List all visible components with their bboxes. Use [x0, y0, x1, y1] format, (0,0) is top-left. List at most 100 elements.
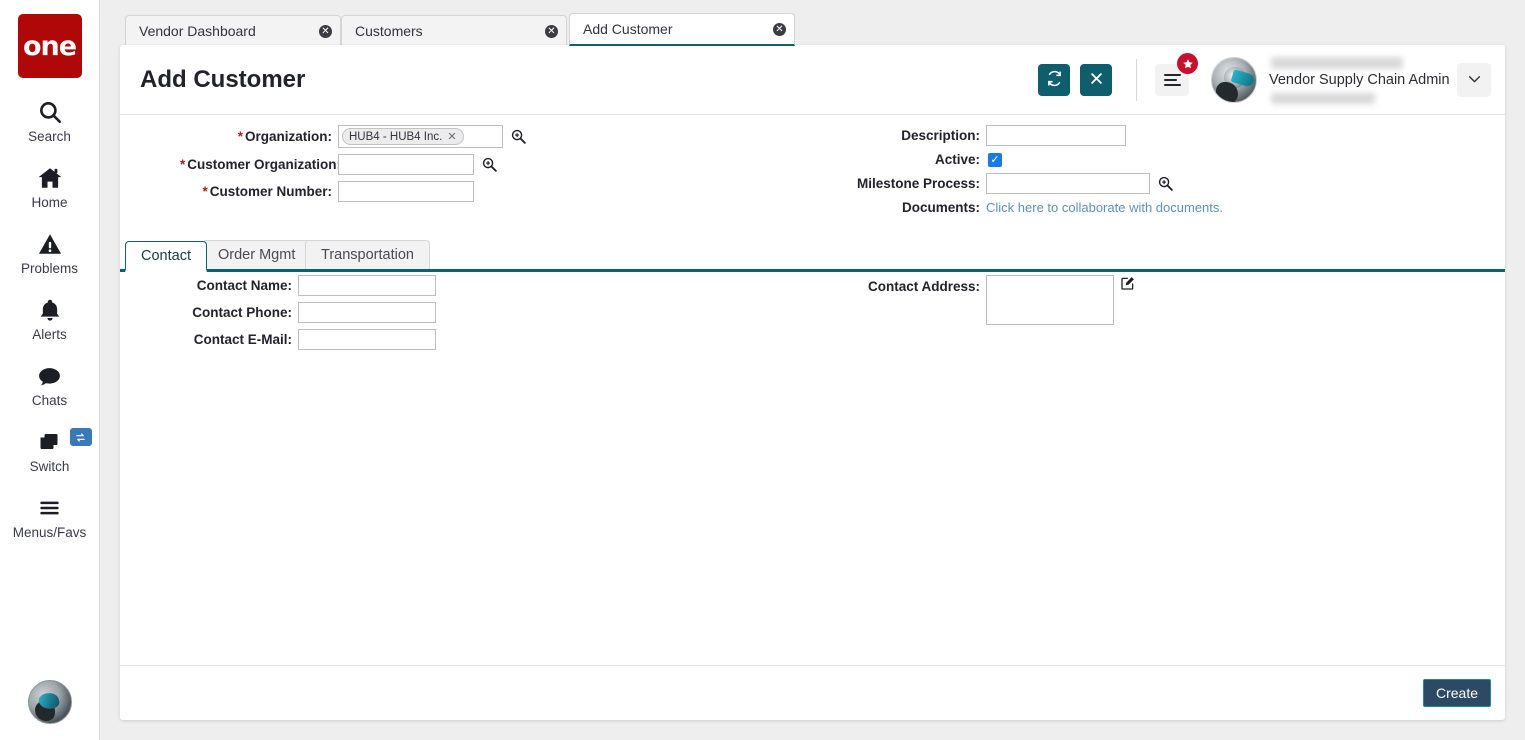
close-circle-icon[interactable]: ✕ — [319, 25, 332, 38]
sidebar-item-label: Alerts — [32, 327, 67, 342]
contact-panel: Contact Name: Contact Phone: Contact E-M… — [120, 275, 1505, 356]
header-menu-button[interactable] — [1155, 64, 1189, 96]
contact-name-input[interactable] — [298, 275, 436, 296]
user-role: Vendor Supply Chain Admin — [1269, 72, 1450, 88]
sidebar-item-search[interactable]: Search — [0, 97, 100, 144]
left-sidebar: one Search Home Problems — [0, 0, 100, 740]
user-menu-button[interactable] — [1457, 63, 1491, 97]
tab-label: Vendor Dashboard — [139, 23, 256, 39]
star-icon — [1177, 53, 1198, 74]
field-documents: Documents: Click here to collaborate wit… — [820, 200, 1420, 215]
warning-triangle-icon — [37, 229, 63, 259]
sidebar-item-label: Switch — [30, 459, 70, 474]
sidebar-avatar[interactable] — [28, 680, 72, 724]
description-input[interactable] — [986, 125, 1126, 146]
contact-email-input[interactable] — [298, 329, 436, 350]
description-label: Description: — [820, 128, 980, 143]
contact-address-input[interactable] — [986, 275, 1114, 325]
search-icon — [37, 97, 63, 127]
tab-transportation[interactable]: Transportation — [305, 240, 430, 269]
edit-pencil-icon[interactable] — [1120, 275, 1136, 291]
sidebar-item-menus-favs[interactable]: Menus/Favs — [0, 493, 100, 540]
tab-label: Order Mgmt — [218, 247, 295, 263]
active-checkbox[interactable]: ✓ — [988, 153, 1002, 167]
card-footer: Create — [120, 665, 1505, 720]
sidebar-item-label: Problems — [21, 261, 78, 276]
contact-name-label: Contact Name: — [140, 278, 292, 293]
contact-email-label: Contact E-Mail: — [140, 332, 292, 347]
close-circle-icon[interactable]: ✕ — [545, 25, 558, 38]
section-tabs: Contact Order Mgmt Transportation — [120, 240, 1505, 272]
windows-stack-icon — [36, 427, 63, 457]
customer-organization-label: *Customer Organization: — [180, 157, 332, 172]
header-divider — [1136, 59, 1137, 101]
tab-contact[interactable]: Contact — [125, 241, 207, 272]
organization-chip: HUB4 - HUB4 Inc. ✕ — [342, 128, 464, 145]
user-company-redacted — [1271, 93, 1375, 104]
page-header: Add Customer — [120, 45, 1505, 115]
field-customer-number: *Customer Number: — [120, 181, 620, 202]
sidebar-item-switch[interactable]: Switch — [0, 427, 100, 474]
required-marker: * — [180, 157, 185, 172]
customer-number-label: *Customer Number: — [180, 184, 332, 199]
tab-order-mgmt[interactable]: Order Mgmt — [202, 240, 311, 269]
chip-label: HUB4 - HUB4 Inc. — [349, 131, 442, 143]
sidebar-item-label: Chats — [32, 393, 67, 408]
tab-label: Add Customer — [583, 21, 672, 37]
contact-phone-label: Contact Phone: — [140, 305, 292, 320]
contact-address-label: Contact Address: — [860, 275, 980, 294]
hamburger-menu-icon — [1164, 71, 1181, 89]
tab-customers[interactable]: Customers ✕ — [341, 15, 567, 46]
header-actions: Vendor Supply Chain Admin — [1028, 45, 1491, 115]
field-customer-organization: *Customer Organization: — [120, 154, 620, 175]
user-name-redacted — [1271, 57, 1403, 69]
form-right-column: Description: Active: ✓ Milestone Process… — [820, 125, 1420, 221]
bell-icon — [37, 295, 63, 325]
sidebar-item-label: Home — [31, 195, 67, 210]
organization-label: *Organization: — [180, 129, 332, 144]
sidebar-item-label: Menus/Favs — [13, 525, 87, 540]
sidebar-item-chats[interactable]: Chats — [0, 361, 100, 408]
close-circle-icon[interactable]: ✕ — [773, 23, 786, 36]
app-logo[interactable]: one — [18, 14, 82, 78]
field-contact-phone: Contact Phone: — [120, 302, 1505, 323]
create-button[interactable]: Create — [1423, 679, 1491, 707]
tab-label: Transportation — [321, 247, 414, 263]
label-text: Customer Number: — [210, 184, 332, 199]
sidebar-item-label: Search — [28, 129, 71, 144]
form-left-column: *Organization: HUB4 - HUB4 Inc. ✕ — [120, 125, 620, 208]
swap-arrows-icon[interactable] — [70, 428, 92, 446]
sidebar-item-problems[interactable]: Problems — [0, 229, 100, 276]
close-button[interactable] — [1080, 64, 1112, 96]
browser-tab-strip: Vendor Dashboard ✕ Customers ✕ Add Custo… — [100, 0, 1525, 45]
documents-link[interactable]: Click here to collaborate with documents… — [986, 200, 1223, 215]
documents-label: Documents: — [820, 200, 980, 215]
main-content-card: Add Customer — [120, 45, 1505, 720]
milestone-process-label: Milestone Process: — [820, 176, 980, 191]
required-marker: * — [202, 184, 207, 199]
sidebar-item-home[interactable]: Home — [0, 163, 100, 210]
hamburger-icon — [36, 493, 63, 523]
close-x-icon — [1089, 71, 1104, 90]
label-text: Organization: — [245, 129, 332, 144]
field-description: Description: — [820, 125, 1420, 146]
sidebar-item-alerts[interactable]: Alerts — [0, 295, 100, 342]
magnifier-icon[interactable] — [1157, 175, 1174, 192]
organization-input[interactable]: HUB4 - HUB4 Inc. ✕ — [338, 125, 503, 148]
customer-number-input[interactable] — [338, 181, 474, 202]
magnifier-icon[interactable] — [481, 156, 498, 173]
refresh-icon — [1046, 70, 1063, 91]
tab-add-customer[interactable]: Add Customer ✕ — [569, 13, 795, 46]
customer-organization-input[interactable] — [338, 154, 474, 175]
magnifier-icon[interactable] — [510, 128, 527, 145]
tab-vendor-dashboard[interactable]: Vendor Dashboard ✕ — [125, 15, 341, 46]
user-info: Vendor Supply Chain Admin — [1269, 54, 1447, 106]
label-text: Customer Organization: — [187, 157, 341, 172]
contact-phone-input[interactable] — [298, 302, 436, 323]
refresh-button[interactable] — [1038, 64, 1070, 96]
tab-label: Contact — [141, 248, 191, 264]
avatar[interactable] — [1211, 57, 1257, 103]
milestone-process-input[interactable] — [986, 173, 1150, 194]
field-contact-address: Contact Address: — [860, 275, 1136, 325]
chip-remove-icon[interactable]: ✕ — [447, 130, 456, 143]
